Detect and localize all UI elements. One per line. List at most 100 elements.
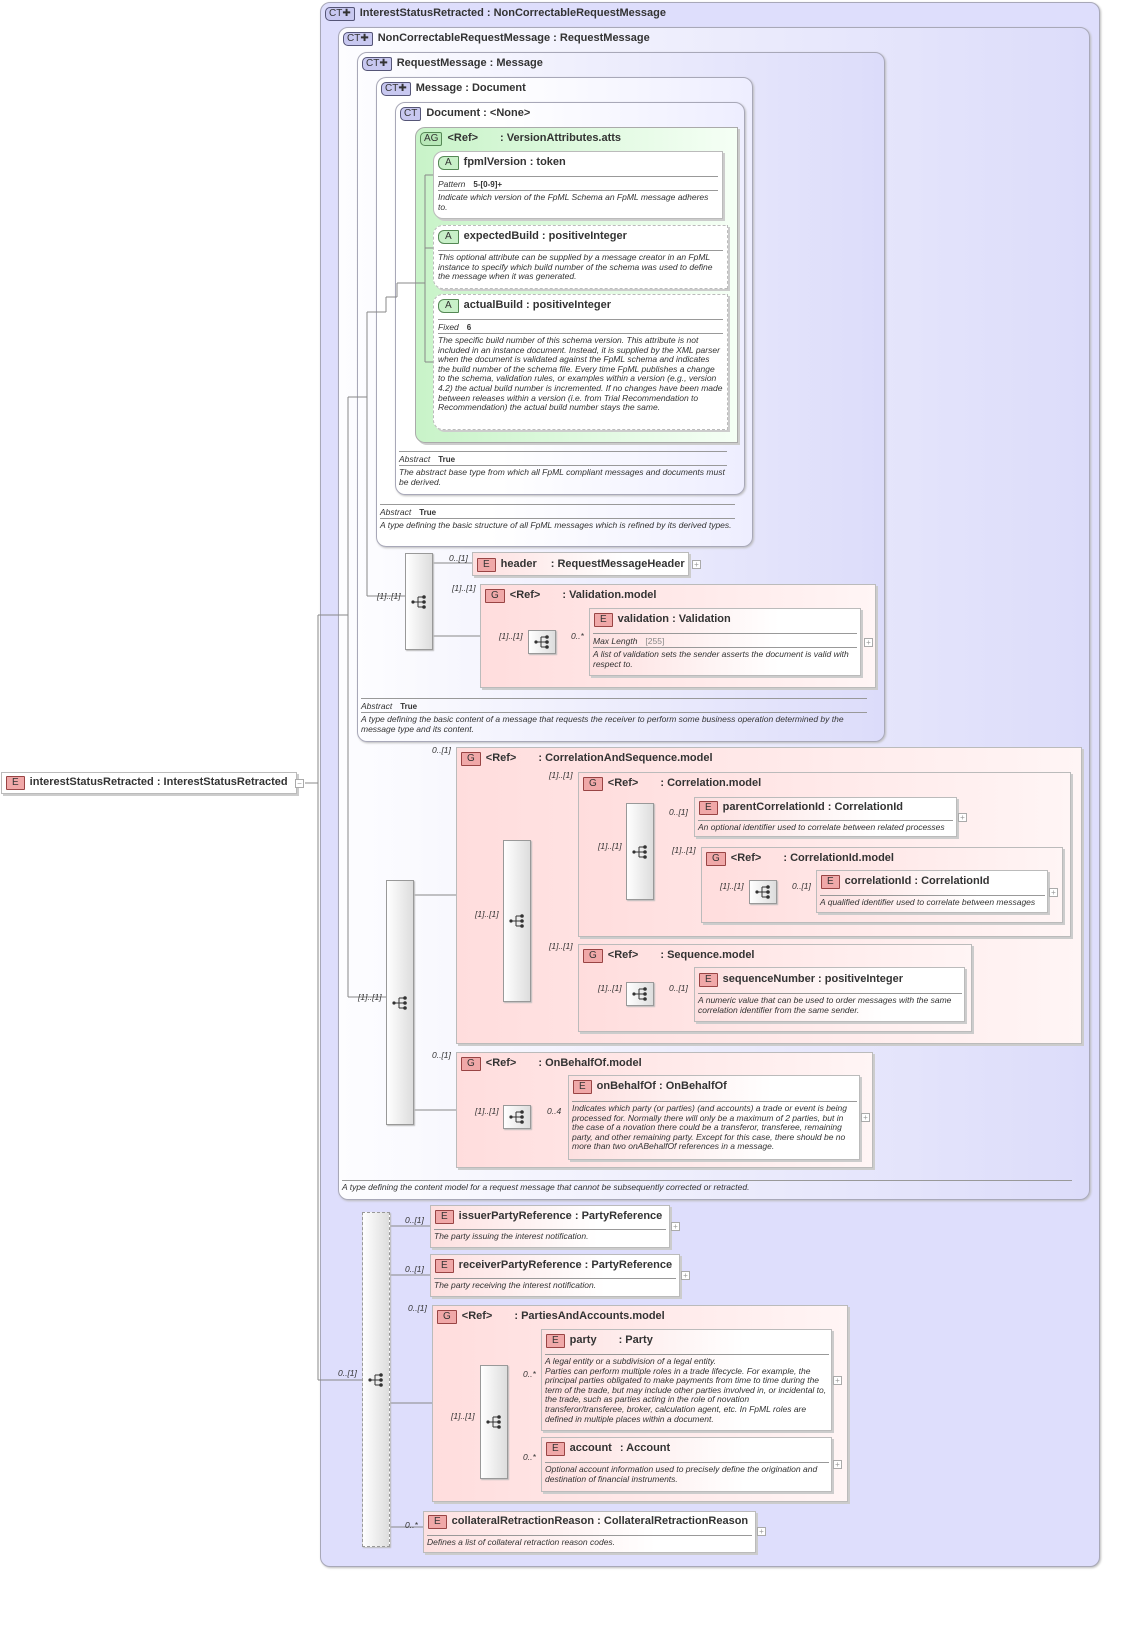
element-title-text: onBehalfOf : OnBehalfOf xyxy=(596,1080,727,1092)
element-description: A legal entity or a subdivision of a leg… xyxy=(545,1354,829,1424)
expand-icon[interactable]: + xyxy=(757,1527,766,1536)
group-badge-icon: G xyxy=(485,589,505,603)
element-title-text: parentCorrelationId : CorrelationId xyxy=(722,801,903,813)
element-type: : Account xyxy=(619,1442,671,1454)
element-badge-icon: E xyxy=(699,801,718,815)
element-badge-icon: E xyxy=(699,973,718,987)
element-description: A list of validation sets the sender ass… xyxy=(593,647,857,669)
group-title-text: : Correlation.model xyxy=(660,777,762,789)
cardinality-label: 0..* xyxy=(523,1452,536,1462)
sequence-icon xyxy=(509,914,524,928)
element-title: EcollateralRetractionReason : Collateral… xyxy=(428,1515,748,1529)
prop-value: [255] xyxy=(645,636,665,646)
group-title-text: : Sequence.model xyxy=(660,949,755,961)
ref-label: <Ref> xyxy=(607,777,639,789)
group-title-text: : OnBehalfOf.model xyxy=(538,1057,642,1069)
sequence-compositor[interactable] xyxy=(528,630,556,654)
group-title-text: : PartiesAndAccounts.model xyxy=(514,1310,665,1322)
expand-icon[interactable]: + xyxy=(833,1460,842,1469)
sequence-compositor[interactable] xyxy=(626,982,654,1006)
element-title-text: sequenceNumber : positiveInteger xyxy=(722,973,903,985)
cardinality-label: [1]..[1] xyxy=(358,992,382,1002)
group-title: G <Ref>: Validation.model xyxy=(485,589,656,603)
sequence-icon xyxy=(486,1415,501,1429)
sequence-compositor[interactable] xyxy=(480,1365,508,1479)
element-title: Evalidation : Validation xyxy=(594,613,731,627)
expand-icon[interactable]: + xyxy=(861,1113,870,1122)
expand-icon[interactable]: + xyxy=(1049,888,1058,897)
sequence-compositor[interactable] xyxy=(626,803,654,900)
expand-icon[interactable]: + xyxy=(671,1222,680,1231)
group-title: G <Ref>: PartiesAndAccounts.model xyxy=(437,1310,665,1324)
element-title-text: receiverPartyReference : PartyReference xyxy=(458,1259,673,1271)
element-title: Eparty: Party xyxy=(546,1334,653,1348)
cardinality-label: [1]..[1] xyxy=(598,983,622,993)
sequence-icon xyxy=(534,635,549,649)
cardinality-label: [1]..[1] xyxy=(598,841,622,851)
sequence-compositor[interactable] xyxy=(405,553,433,650)
element-badge-icon: E xyxy=(573,1080,592,1094)
expand-icon[interactable]: + xyxy=(692,560,701,569)
group-title: G <Ref>: Sequence.model xyxy=(583,949,755,963)
cardinality-label: [1]..[1] xyxy=(377,591,401,601)
element-badge-icon: E xyxy=(546,1334,565,1348)
group-badge-icon: G xyxy=(461,1057,481,1071)
ref-label: <Ref> xyxy=(509,589,541,601)
sequence-icon xyxy=(632,844,647,859)
sequence-compositor[interactable] xyxy=(503,1105,531,1129)
sequence-icon xyxy=(755,885,770,899)
expand-icon[interactable]: + xyxy=(833,1376,842,1385)
element-description: The party issuing the interest notificat… xyxy=(434,1229,666,1242)
sequence-compositor[interactable] xyxy=(749,880,777,904)
sequence-compositor[interactable] xyxy=(362,1212,390,1547)
group-badge-icon: G xyxy=(706,852,726,866)
element-description: Defines a list of collateral retraction … xyxy=(427,1535,752,1548)
cardinality-label: 0..[1] xyxy=(432,745,451,755)
cardinality-label: 0..[1] xyxy=(669,807,688,817)
sequence-icon xyxy=(509,1110,524,1124)
group-title: G <Ref>: OnBehalfOf.model xyxy=(461,1057,642,1071)
element-description: Indicates which party (or parties) (and … xyxy=(572,1101,857,1152)
cardinality-label: [1]..[1] xyxy=(549,941,573,951)
cardinality-label: 0..[1] xyxy=(408,1303,427,1313)
element-title: EissuerPartyReference : PartyReference xyxy=(435,1210,662,1224)
element-title: Eaccount: Account xyxy=(546,1442,670,1456)
element-type: : RequestMessageHeader xyxy=(550,558,685,570)
element-description: The party receiving the interest notific… xyxy=(434,1278,676,1291)
sequence-icon xyxy=(632,987,647,1001)
element-name: party xyxy=(569,1334,597,1346)
element-title: EparentCorrelationId : CorrelationId xyxy=(699,801,903,815)
cardinality-label: 0..[1] xyxy=(338,1368,357,1378)
element-description: A numeric value that can be used to orde… xyxy=(698,993,962,1015)
cardinality-label: [1]..[1] xyxy=(672,845,696,855)
sequence-icon xyxy=(411,594,426,609)
element-title: EsequenceNumber : positiveInteger xyxy=(699,973,903,987)
expand-icon[interactable]: + xyxy=(681,1271,690,1280)
cardinality-label: 0..[1] xyxy=(792,881,811,891)
expand-icon[interactable]: + xyxy=(958,813,967,822)
group-badge-icon: G xyxy=(583,949,603,963)
element-badge-icon: E xyxy=(435,1259,454,1273)
prop-label: Max Length xyxy=(593,636,638,646)
ref-label: <Ref> xyxy=(485,752,517,764)
element-badge-icon: E xyxy=(546,1442,565,1456)
cardinality-label: 0..[1] xyxy=(432,1050,451,1060)
element-badge-icon: E xyxy=(821,875,840,889)
group-title: G <Ref>: CorrelationAndSequence.model xyxy=(461,752,713,766)
element-badge-icon: E xyxy=(428,1515,447,1529)
cardinality-label: [1]..[1] xyxy=(549,770,573,780)
sequence-compositor[interactable] xyxy=(386,880,414,1125)
cardinality-label: [1]..[1] xyxy=(720,881,744,891)
max-length-property: Max Length [255] xyxy=(593,633,857,646)
group-title: G <Ref>: CorrelationId.model xyxy=(706,852,894,866)
element-title: Eheader: RequestMessageHeader xyxy=(477,558,685,572)
element-description: Optional account information used to pre… xyxy=(545,1462,829,1484)
expand-icon[interactable]: + xyxy=(864,638,873,647)
element-title-text: correlationId : CorrelationId xyxy=(844,875,990,887)
element-title: EreceiverPartyReference : PartyReference xyxy=(435,1259,672,1273)
ref-label: <Ref> xyxy=(730,852,762,864)
element-badge-icon: E xyxy=(477,558,496,572)
group-title-text: : CorrelationAndSequence.model xyxy=(538,752,713,764)
sequence-compositor[interactable] xyxy=(503,840,531,1002)
element-title-text: validation : Validation xyxy=(617,613,731,625)
